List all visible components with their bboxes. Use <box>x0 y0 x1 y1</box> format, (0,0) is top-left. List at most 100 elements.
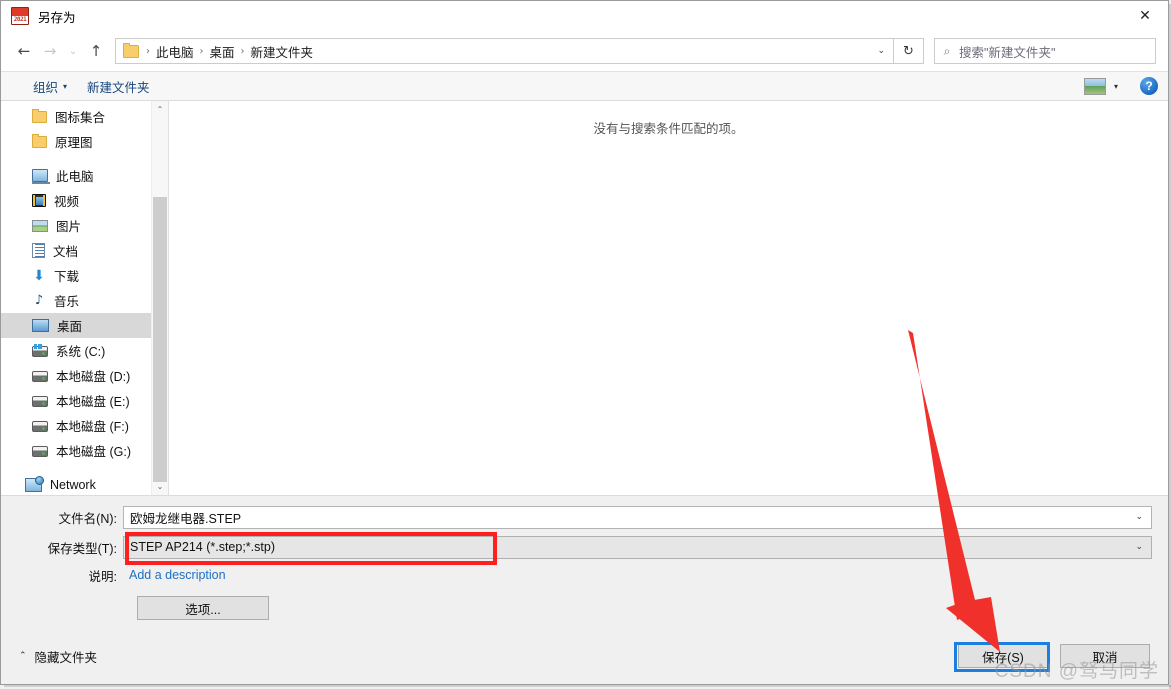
pictures-icon <box>32 219 48 232</box>
view-mode-icon[interactable] <box>1083 77 1106 95</box>
music-icon: ♪ <box>34 292 44 308</box>
close-icon[interactable]: ✕ <box>1122 1 1168 31</box>
forward-icon[interactable]: → <box>37 38 63 64</box>
add-description-link[interactable]: Add a description <box>123 568 226 582</box>
search-icon: ⌕ <box>943 43 951 58</box>
save-form: 文件名(N): 欧姆龙继电器.STEP ⌄ 保存类型(T): STEP AP21… <box>1 495 1168 628</box>
sidebar-item-label: 本地磁盘 (D:) <box>56 370 131 384</box>
breadcrumb-separator-1: › <box>199 45 204 57</box>
folder-tree: 图标集合 原理图 此电脑 视频 图片 文档 ⬇ 下载 ♪ 音乐 桌面 系统 (C… <box>1 101 168 495</box>
sidebar-item-videos[interactable]: 视频 <box>1 188 168 213</box>
sidebar-item-label: 音乐 <box>54 295 80 309</box>
refresh-icon[interactable]: ↻ <box>894 38 924 64</box>
this-pc-icon <box>32 169 50 184</box>
sidebar-item-label: 此电脑 <box>56 170 94 184</box>
sidebar-item-label: 桌面 <box>57 320 83 334</box>
sidebar-item-label: 文档 <box>53 245 79 259</box>
organize-label: 组织 <box>33 80 59 95</box>
window-shadow-bottom <box>4 685 1171 687</box>
system-drive-icon <box>32 344 48 357</box>
hide-folders-button[interactable]: ⌃ 隐藏文件夹 <box>19 647 97 666</box>
new-folder-button[interactable]: 新建文件夹 <box>77 74 160 98</box>
breadcrumb-item-1[interactable]: 桌面 <box>206 42 239 61</box>
back-icon[interactable]: ← <box>11 38 37 64</box>
hide-folders-label: 隐藏文件夹 <box>34 650 98 665</box>
sidebar-item-label: 原理图 <box>55 136 93 150</box>
desktop-icon <box>32 319 49 332</box>
title-bar: 2021 另存为 ✕ <box>1 1 1168 31</box>
save-button[interactable]: 保存(S) <box>958 644 1048 668</box>
chevron-down-icon[interactable]: ⌄ <box>1135 507 1143 528</box>
sidebar-item-label: 本地磁盘 (E:) <box>56 395 130 409</box>
sidebar-item-schematic[interactable]: 原理图 <box>1 129 168 154</box>
sidebar-item-label: 系统 (C:) <box>56 345 106 359</box>
chevron-down-icon[interactable]: ⌄ <box>877 39 885 63</box>
search-input[interactable]: 搜索"新建文件夹" <box>959 42 1055 61</box>
filename-value: 欧姆龙继电器.STEP <box>130 511 242 526</box>
sidebar-item-this-pc[interactable]: 此电脑 <box>1 163 168 188</box>
view-mode-dropdown[interactable]: ▾ <box>1106 74 1124 98</box>
file-list-pane[interactable]: 没有与搜索条件匹配的项。 <box>169 101 1168 495</box>
scroll-up-icon[interactable]: ⌃ <box>152 101 168 118</box>
save-as-dialog-screenshot: 2021 另存为 ✕ ← → ⌄ ↑ › 此电脑 › 桌面 › 新建文件夹 ⌄ … <box>0 0 1171 689</box>
help-icon[interactable]: ? <box>1140 77 1158 95</box>
drive-icon <box>32 446 48 457</box>
sidebar-item-desktop[interactable]: 桌面 <box>1 313 168 338</box>
breadcrumb-item-0[interactable]: 此电脑 <box>152 42 198 61</box>
cancel-button[interactable]: 取消 <box>1060 644 1150 668</box>
tree-group-gap-2 <box>1 463 168 472</box>
scrollbar-thumb[interactable] <box>153 197 167 482</box>
sidebar-item-drive-d[interactable]: 本地磁盘 (D:) <box>1 363 168 388</box>
sidebar-item-pictures[interactable]: 图片 <box>1 213 168 238</box>
sidebar-item-system-c[interactable]: 系统 (C:) <box>1 338 168 363</box>
filename-row: 文件名(N): 欧姆龙继电器.STEP ⌄ <box>1 504 1168 530</box>
filename-input[interactable]: 欧姆龙继电器.STEP ⌄ <box>123 505 1152 529</box>
tree-group-gap <box>1 154 168 163</box>
videos-icon <box>32 194 46 207</box>
sidebar-item-label: Network <box>50 477 96 492</box>
sidebar-item-label: 下载 <box>54 270 80 284</box>
breadcrumb-separator-0: › <box>146 45 150 57</box>
sidebar-item-drive-f[interactable]: 本地磁盘 (F:) <box>1 413 168 438</box>
sidebar-item-downloads[interactable]: ⬇ 下载 <box>1 263 168 288</box>
sidebar-item-drive-e[interactable]: 本地磁盘 (E:) <box>1 388 168 413</box>
search-box[interactable]: ⌕ 搜索"新建文件夹" <box>934 38 1156 64</box>
sidebar-item-music[interactable]: ♪ 音乐 <box>1 288 168 313</box>
sidebar-scrollbar[interactable]: ⌃ ⌄ <box>151 101 168 495</box>
folder-icon <box>123 42 139 58</box>
breadcrumb-separator-2: › <box>240 45 245 57</box>
drive-icon <box>32 396 48 407</box>
filetype-value: STEP AP214 (*.step;*.stp) <box>130 540 275 554</box>
documents-icon <box>32 243 45 258</box>
recent-locations-icon[interactable]: ⌄ <box>63 38 83 64</box>
sidebar-item-label: 图标集合 <box>55 111 106 125</box>
sidebar-item-network[interactable]: Network <box>1 472 168 495</box>
sidebar-item-label: 本地磁盘 (G:) <box>56 445 131 459</box>
filetype-dropdown[interactable]: STEP AP214 (*.step;*.stp) ⌄ <box>123 535 1152 559</box>
command-toolbar: 组织 ▾ 新建文件夹 ▾ ? <box>1 71 1168 101</box>
sidebar-item-label: 本地磁盘 (F:) <box>56 420 129 434</box>
navigation-bar: ← → ⌄ ↑ › 此电脑 › 桌面 › 新建文件夹 ⌄ ↻ ⌕ 搜索"新建文件… <box>1 31 1168 71</box>
empty-list-message: 没有与搜索条件匹配的项。 <box>593 122 744 136</box>
app-icon-year: 2021 <box>12 16 28 24</box>
options-button[interactable]: 选项... <box>137 596 269 620</box>
drive-icon <box>32 371 48 382</box>
sidebar-item-drive-g[interactable]: 本地磁盘 (G:) <box>1 438 168 463</box>
chevron-down-icon[interactable]: ⌄ <box>1135 537 1143 558</box>
sidebar-item-documents[interactable]: 文档 <box>1 238 168 263</box>
save-as-window: 2021 另存为 ✕ ← → ⌄ ↑ › 此电脑 › 桌面 › 新建文件夹 ⌄ … <box>0 0 1169 685</box>
address-bar[interactable]: › 此电脑 › 桌面 › 新建文件夹 ⌄ <box>115 38 894 64</box>
window-title: 另存为 <box>38 10 76 25</box>
dialog-body: 图标集合 原理图 此电脑 视频 图片 文档 ⬇ 下载 ♪ 音乐 桌面 系统 (C… <box>1 101 1168 495</box>
scroll-down-icon[interactable]: ⌄ <box>152 478 168 495</box>
description-label: 说明: <box>88 569 117 584</box>
sidebar-item-label: 图片 <box>56 220 82 234</box>
organize-button[interactable]: 组织 ▾ <box>23 74 77 98</box>
chevron-down-icon: ▾ <box>1113 81 1118 91</box>
sidebar-item-icons-collection[interactable]: 图标集合 <box>1 104 168 129</box>
filename-label: 文件名(N): <box>58 511 117 526</box>
folder-icon <box>32 109 47 123</box>
downloads-icon: ⬇ <box>33 267 45 284</box>
breadcrumb-item-2[interactable]: 新建文件夹 <box>247 42 318 61</box>
up-icon[interactable]: ↑ <box>83 38 109 64</box>
